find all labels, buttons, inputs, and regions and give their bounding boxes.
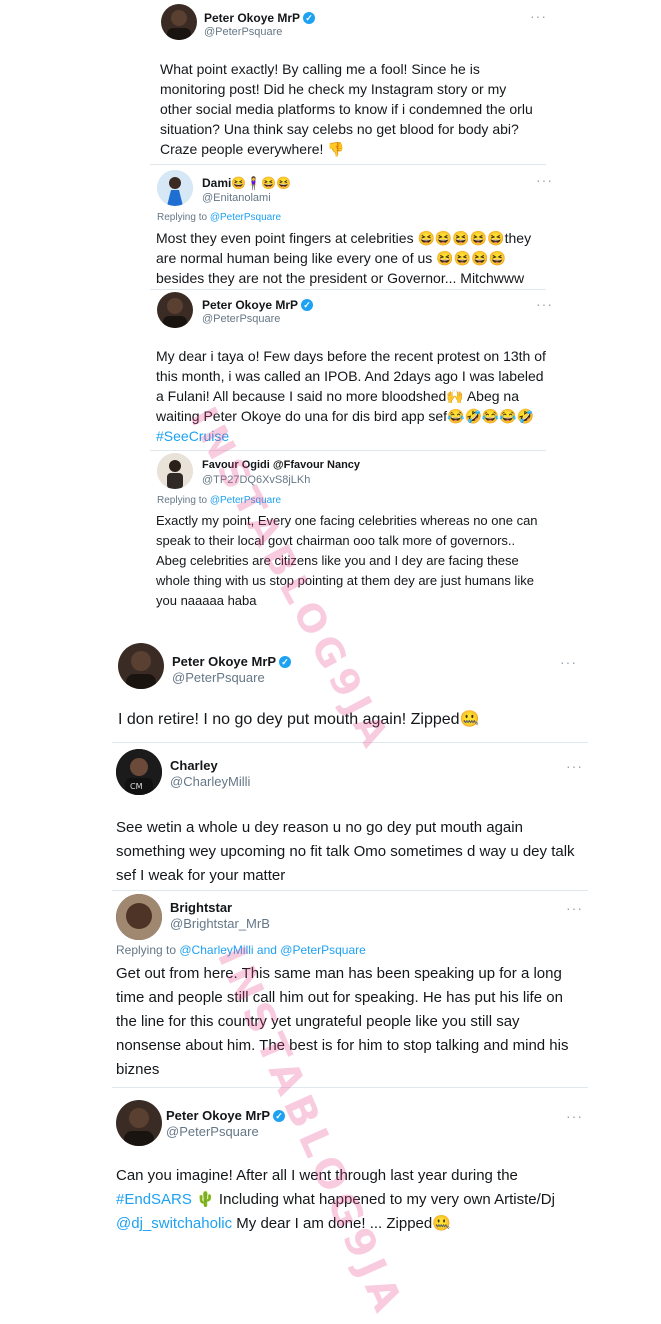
reply-mention-link[interactable]: @PeterPsquare xyxy=(210,212,281,223)
reply-mention-link[interactable]: @PeterPsquare xyxy=(210,495,281,506)
avatar[interactable] xyxy=(116,1100,162,1146)
more-options-icon[interactable]: ··· xyxy=(566,900,583,916)
display-name[interactable]: Peter Okoye MrP ✓ xyxy=(166,1108,286,1123)
reply-mention-link[interactable]: @CharleyMilli and @PeterPsquare xyxy=(179,943,365,957)
display-name[interactable]: Charley xyxy=(170,758,218,773)
handle[interactable]: @PeterPsquare xyxy=(166,1124,259,1139)
handle[interactable]: @PeterPsquare xyxy=(204,26,282,38)
verified-icon: ✓ xyxy=(273,1110,286,1122)
display-name[interactable]: Brightstar xyxy=(170,900,232,915)
more-options-icon[interactable]: ··· xyxy=(530,8,547,24)
avatar[interactable] xyxy=(161,4,197,40)
replying-to: Replying to @PeterPsquare xyxy=(157,495,282,506)
more-options-icon[interactable]: ··· xyxy=(560,654,577,670)
tweet-text: Can you imagine! After all I went throug… xyxy=(116,1167,555,1232)
divider xyxy=(112,1087,588,1088)
tweet-text: Exactly my point, Every one facing celeb… xyxy=(156,513,538,608)
avatar[interactable] xyxy=(118,643,164,689)
handle[interactable]: @TP27DQ6XvS8jLKh xyxy=(202,474,310,486)
tweet-text: See wetin a whole u dey reason u no go d… xyxy=(116,819,575,884)
avatar[interactable] xyxy=(157,453,193,489)
tweet-text: My dear i taya o! Few days before the re… xyxy=(156,348,546,444)
hashtag-link[interactable]: #SeeCruise xyxy=(156,428,229,444)
display-name[interactable]: Dami😆🧍‍♀️😆😆 xyxy=(202,176,291,190)
display-name[interactable]: Favour Ogidi @Ffavour Nancy xyxy=(202,459,360,471)
verified-icon: ✓ xyxy=(279,656,292,668)
hashtag-link[interactable]: #EndSARS xyxy=(116,1191,192,1208)
divider xyxy=(112,742,588,743)
handle[interactable]: @CharleyMilli xyxy=(170,774,250,789)
divider xyxy=(150,289,546,290)
avatar[interactable] xyxy=(157,292,193,328)
handle[interactable]: @Brightstar_MrB xyxy=(170,916,270,931)
replying-to: Replying to @PeterPsquare xyxy=(157,212,282,223)
verified-icon: ✓ xyxy=(301,299,314,311)
avatar[interactable]: CM xyxy=(116,749,162,795)
tweet-text: Most they even point fingers at celebrit… xyxy=(156,230,532,286)
handle[interactable]: @Enitanolami xyxy=(202,192,271,204)
verified-icon: ✓ xyxy=(303,12,316,24)
display-name[interactable]: Peter Okoye MrP ✓ xyxy=(204,11,316,25)
handle[interactable]: @PeterPsquare xyxy=(172,670,265,685)
tweet-text: What point exactly! By calling me a fool… xyxy=(160,61,533,157)
more-options-icon[interactable]: ··· xyxy=(536,296,553,312)
replying-to: Replying to @CharleyMilli and @PeterPsqu… xyxy=(116,943,366,957)
avatar[interactable] xyxy=(116,894,162,940)
divider xyxy=(150,164,546,165)
display-name[interactable]: Peter Okoye MrP ✓ xyxy=(172,654,292,669)
tweet-text: I don retire! I no go dey put mouth agai… xyxy=(118,711,480,728)
divider xyxy=(112,890,588,891)
more-options-icon[interactable]: ··· xyxy=(566,1108,583,1124)
more-options-icon[interactable]: ··· xyxy=(536,172,553,188)
tweet-text: Get out from here. This same man has bee… xyxy=(116,965,569,1078)
divider xyxy=(150,450,546,451)
display-name[interactable]: Peter Okoye MrP ✓ xyxy=(202,298,314,312)
svg-text:CM: CM xyxy=(130,782,143,791)
avatar[interactable] xyxy=(157,170,193,206)
handle[interactable]: @PeterPsquare xyxy=(202,313,280,325)
more-options-icon[interactable]: ··· xyxy=(566,758,583,774)
mention-link[interactable]: @dj_switchaholic xyxy=(116,1215,232,1232)
